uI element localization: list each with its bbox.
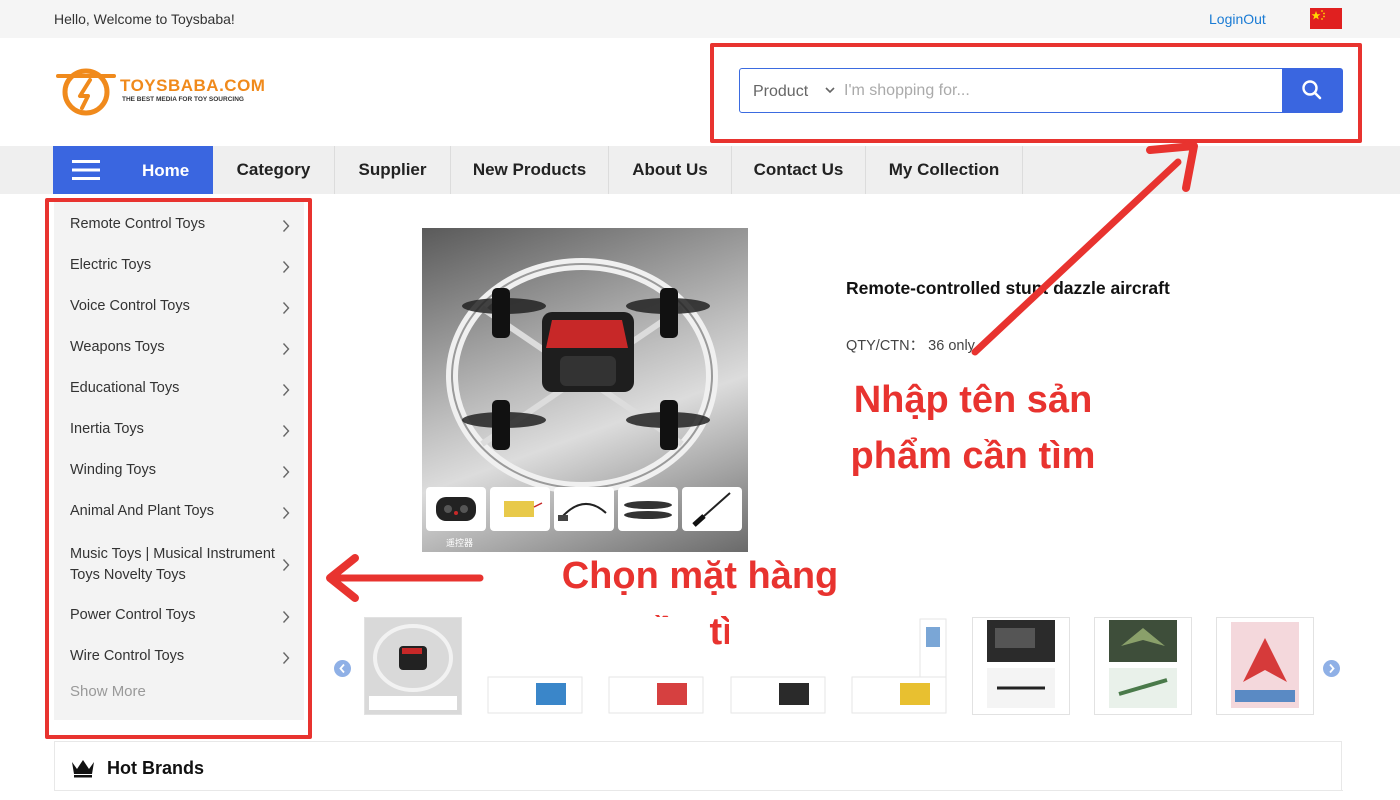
search-hint-line-1: Nhập tên sản — [853, 379, 1093, 421]
main-nav: Home Category Supplier New Products Abou… — [0, 146, 1400, 194]
hot-brands-title: Hot Brands — [107, 758, 205, 778]
thumbnail-6[interactable] — [972, 617, 1070, 715]
search-hint-line-2: phẩm cần tìm — [850, 435, 1096, 477]
search-highlight-box — [710, 43, 1362, 143]
box-thumbnail-icon — [487, 676, 583, 714]
accessory-caption: 遥控器 — [446, 538, 474, 548]
box-thumbnail-icon — [608, 676, 704, 714]
accessory-propellers — [618, 487, 678, 531]
hamburger-menu-icon[interactable] — [72, 159, 100, 181]
logout-link[interactable]: LoginOut — [1209, 11, 1266, 27]
nav-new-products[interactable]: New Products — [451, 146, 609, 194]
nav-my-collection[interactable]: My Collection — [866, 146, 1023, 194]
nav-contact-us[interactable]: Contact Us — [732, 146, 866, 194]
box-thumbnail-icon — [851, 618, 947, 714]
drone-box-thumbnail-icon — [987, 620, 1055, 708]
accessory-strip — [426, 487, 744, 531]
nav-home[interactable]: Home — [53, 146, 213, 194]
thumbnail-3[interactable] — [607, 617, 705, 715]
logo-tagline: THE BEST MEDIA FOR TOY SOURCING — [122, 96, 244, 103]
carousel-prev-button[interactable] — [334, 660, 351, 677]
search-hint-annotation: Nhập tên sản phẩm cần tìm — [800, 372, 1146, 484]
nav-home-label: Home — [142, 161, 190, 180]
chevron-left-icon — [339, 663, 345, 674]
accessory-screwdriver — [682, 487, 742, 531]
screwdriver-icon — [692, 492, 731, 527]
crown-icon — [72, 760, 94, 778]
drone-thumbnail-icon — [369, 624, 457, 710]
welcome-text: Hello, Welcome to Toysbaba! — [54, 11, 235, 27]
logo-wordmark: TOYSBABA.COM — [120, 76, 266, 95]
thumbnail-4[interactable] — [729, 617, 827, 715]
thumbnail-5[interactable] — [850, 617, 948, 715]
box-thumbnail-icon — [730, 676, 826, 714]
remote-controller-icon — [436, 497, 476, 521]
chevron-right-icon — [1329, 663, 1335, 674]
logo-mark-icon — [56, 68, 116, 116]
thumbnail-7[interactable] — [1094, 617, 1192, 715]
accessory-battery — [490, 487, 550, 531]
thumbnail-8[interactable] — [1216, 617, 1314, 715]
jet-box-thumbnail-icon — [1231, 622, 1299, 708]
top-bar: Hello, Welcome to Toysbaba! LoginOut — [0, 0, 1400, 38]
carousel-next-button[interactable] — [1323, 660, 1340, 677]
divider — [55, 790, 1343, 791]
arrow-to-sidebar-icon — [326, 554, 484, 602]
usb-cable-icon — [558, 503, 607, 521]
nav-category[interactable]: Category — [213, 146, 335, 194]
battery-icon — [504, 501, 543, 517]
nav-about-us[interactable]: About Us — [609, 146, 732, 194]
propeller-icon — [624, 501, 672, 519]
product-qty: QTY/CTN： 36 only — [846, 338, 975, 354]
category-hint-line-1: Chọn mặt hàng — [561, 555, 839, 597]
accessory-remote — [426, 487, 486, 531]
thumbnail-2[interactable] — [486, 617, 584, 715]
plane-box-thumbnail-icon — [1109, 620, 1177, 708]
thumbnail-1[interactable] — [364, 617, 462, 715]
sidebar-highlight-box — [45, 198, 312, 739]
nav-supplier[interactable]: Supplier — [335, 146, 451, 194]
hot-brands-section: Hot Brands — [54, 741, 1343, 791]
accessory-cable — [554, 487, 614, 531]
site-logo[interactable]: TOYSBABA.COM THE BEST MEDIA FOR TOY SOUR… — [56, 64, 265, 116]
china-flag-icon[interactable] — [1310, 8, 1342, 29]
product-title: Remote-controlled stunt dazzle aircraft — [846, 278, 1170, 298]
product-main-image[interactable]: 遥控器 — [422, 228, 748, 552]
